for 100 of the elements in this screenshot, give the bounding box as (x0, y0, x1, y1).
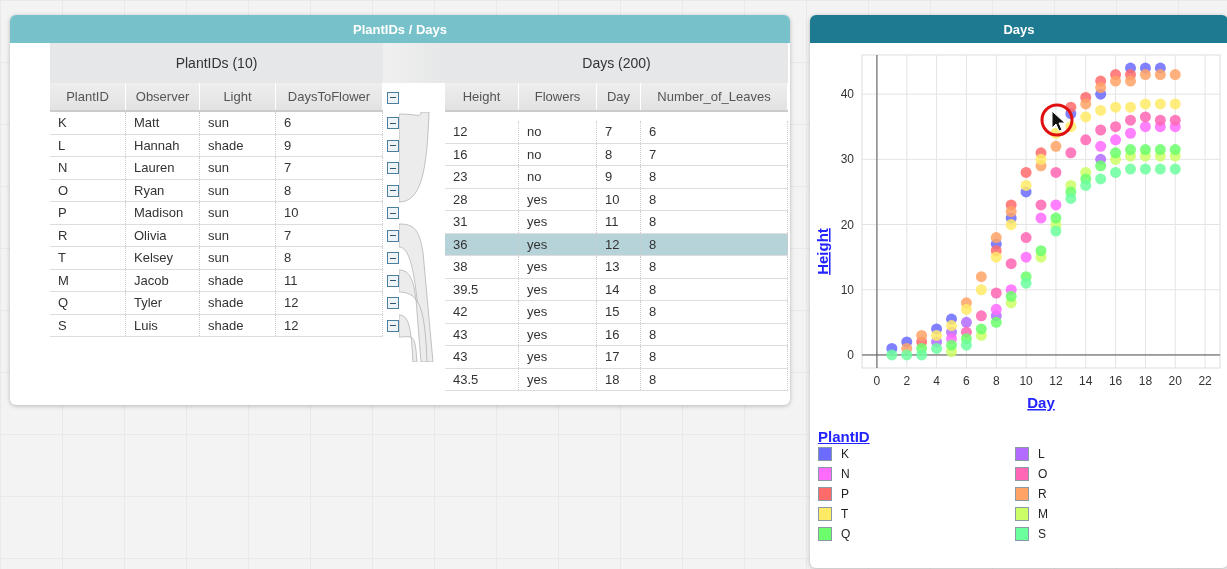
table-cell: 12 (597, 233, 641, 255)
table-cell: 12 (445, 121, 519, 143)
table-cell: 8 (641, 368, 788, 390)
table-cell: 15 (597, 301, 641, 323)
table-cell: yes (519, 256, 597, 278)
table-cell: 8 (641, 301, 788, 323)
table-cell: Hannah (126, 134, 200, 156)
table-cell: 13 (597, 256, 641, 278)
table-cell: 10 (276, 202, 383, 224)
table-cell: shade (200, 314, 276, 336)
legend-label: Q (841, 527, 851, 541)
table-cell: 8 (641, 346, 788, 368)
table-cell: 11 (597, 211, 641, 233)
table-cell: 17 (597, 346, 641, 368)
table-cell: Matt (126, 112, 200, 134)
table-cell: Lauren (126, 157, 200, 179)
tick-label: 4 (933, 374, 940, 388)
tick-label: 18 (1138, 374, 1153, 388)
table-cell: 16 (445, 143, 519, 165)
tick-label: 0 (847, 347, 854, 362)
table-cell: 7 (276, 224, 383, 246)
table-cell: shade (200, 269, 276, 291)
tick-label: 22 (1198, 374, 1212, 388)
table-cell: 8 (641, 211, 788, 233)
table-cell: sun (200, 157, 276, 179)
table-cell: 42 (445, 301, 519, 323)
table-cell: Kelsey (126, 247, 200, 269)
table-cell: 12 (276, 314, 383, 336)
table-cell: 8 (276, 247, 383, 269)
table-cell: no (519, 121, 597, 143)
table-title: Days (200) (445, 43, 788, 83)
table-title: PlantIDs (10) (50, 43, 383, 83)
table-cell: 8 (641, 323, 788, 345)
table-cell: 36 (445, 233, 519, 255)
table-cell: 39.5 (445, 278, 519, 300)
table-cell: 12 (276, 292, 383, 314)
legend-label: N (841, 467, 850, 481)
table-cell: sun (200, 179, 276, 201)
table-cell: 7 (641, 143, 788, 165)
table-cell: O (50, 179, 126, 201)
panel-title: Days (810, 15, 1227, 43)
table-cell: 9 (276, 134, 383, 156)
table-cell: 28 (445, 188, 519, 210)
table-cell: 23 (445, 166, 519, 188)
table-cell: 31 (445, 211, 519, 233)
table-cell: L (50, 134, 126, 156)
table-cell: Jacob (126, 269, 200, 291)
table-cell: Olivia (126, 224, 200, 246)
legend-label: O (1038, 467, 1048, 481)
table-cell: 7 (276, 157, 383, 179)
table-cell: Ryan (126, 179, 200, 201)
table-cell: 8 (597, 143, 641, 165)
table-cell: 8 (641, 256, 788, 278)
table-cell: shade (200, 134, 276, 156)
table-cell: yes (519, 346, 597, 368)
table-cell: 43.5 (445, 368, 519, 390)
tick-label: 10 (840, 282, 854, 297)
legend-label: M (1038, 507, 1048, 521)
table-cell: sun (200, 202, 276, 224)
tick-label: 30 (840, 152, 854, 167)
table-cell: 10 (597, 188, 641, 210)
table-cell: 8 (641, 188, 788, 210)
tick-label: 14 (1079, 374, 1093, 388)
table-cell: Madison (126, 202, 200, 224)
legend-label: K (841, 447, 849, 461)
tick-label: 0 (873, 374, 881, 388)
tick-label: 2 (903, 374, 911, 388)
table-cell: no (519, 143, 597, 165)
table-cell: 11 (276, 269, 383, 291)
tick-label: 40 (840, 87, 854, 102)
tick-label: 6 (963, 374, 970, 388)
table-cell: yes (519, 278, 597, 300)
table-cell: yes (519, 211, 597, 233)
panel-title: PlantIDs / Days (10, 15, 790, 43)
table-cell: sun (200, 247, 276, 269)
table-cell: M (50, 269, 126, 291)
table-cell: yes (519, 368, 597, 390)
legend-label: L (1038, 447, 1045, 461)
table-cell: 14 (597, 278, 641, 300)
tick-label: 10 (1019, 374, 1033, 388)
table-cell: K (50, 112, 126, 134)
legend-label: T (841, 507, 849, 521)
table-cell: P (50, 202, 126, 224)
tick-label: 12 (1049, 374, 1063, 388)
tick-label: 20 (1168, 374, 1182, 388)
table-cell: yes (519, 233, 597, 255)
table-cell: T (50, 247, 126, 269)
tick-label: 16 (1108, 374, 1123, 388)
table-cell: Tyler (126, 292, 200, 314)
legend-label: R (1038, 487, 1047, 501)
legend-label: S (1038, 527, 1046, 541)
table-cell: sun (200, 224, 276, 246)
table-cell: yes (519, 323, 597, 345)
table-cell: Q (50, 292, 126, 314)
table-cell: yes (519, 301, 597, 323)
table-cell: 8 (276, 179, 383, 201)
table-cell: yes (519, 188, 597, 210)
table-cell: 6 (641, 121, 788, 143)
table-cell: 18 (597, 368, 641, 390)
table-cell: 43 (445, 346, 519, 368)
